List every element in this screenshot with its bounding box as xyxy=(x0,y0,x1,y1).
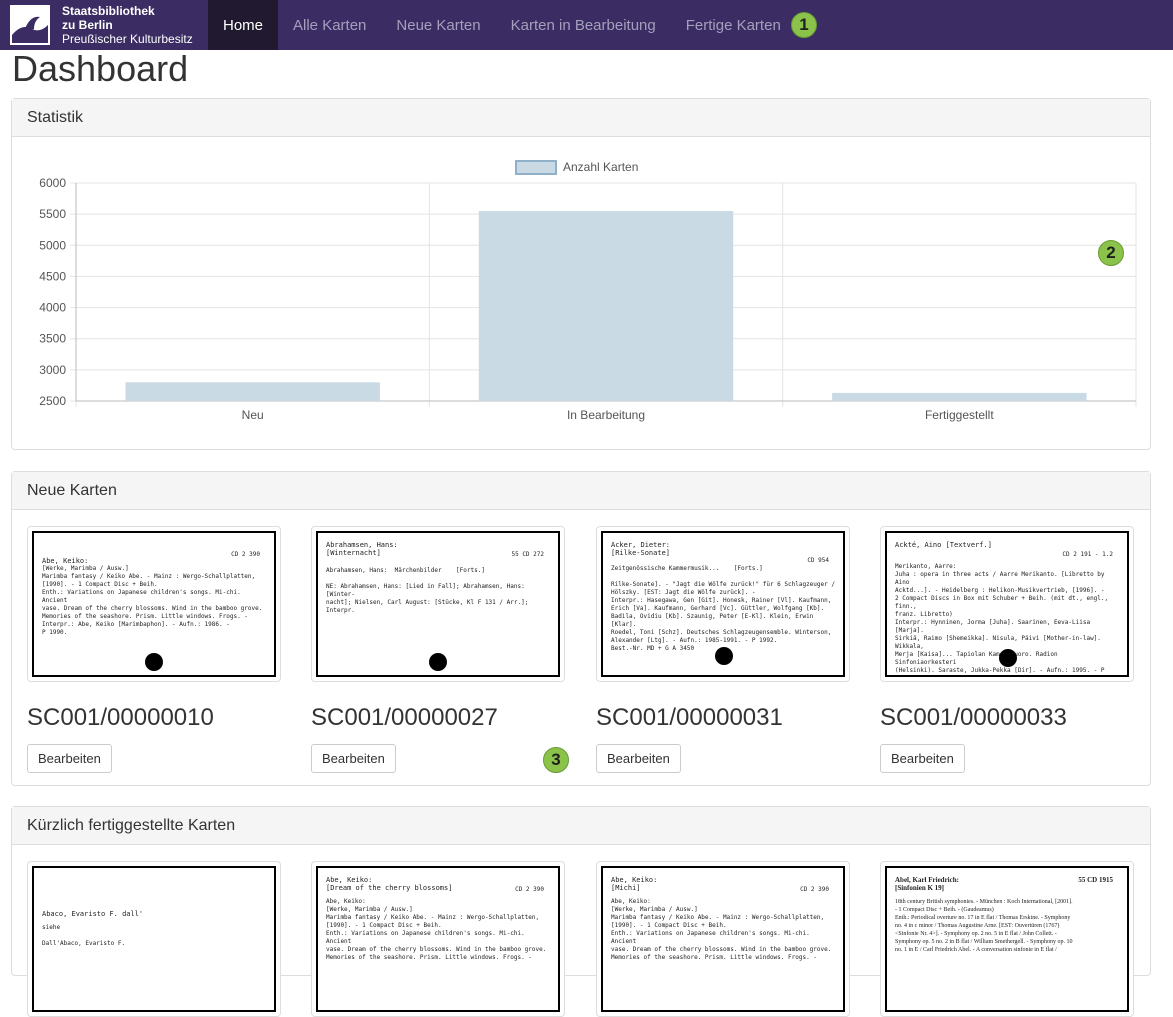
new-card-4: CD 2 191 - 1.2 Ackté, Aino [Textverf.] M… xyxy=(880,526,1134,773)
card-id: SC001/00000031 xyxy=(596,704,783,731)
bearbeiten-button[interactable]: Bearbeiten xyxy=(596,744,681,773)
card-body-text: Zeitgenössische Kammermusik... [Forts.] … xyxy=(611,565,835,652)
card-thumbnail[interactable]: CD 954 Acker, Dieter: [Rilke-Sonate] Zei… xyxy=(596,526,850,682)
y-tick-label: 5000 xyxy=(39,238,66,252)
annotation-marker-3: 3 xyxy=(543,747,569,773)
new-card-2: 55 CD 272 Abrahamsen, Hans: [Winternacht… xyxy=(311,526,565,773)
card-thumbnail[interactable]: CD 2 191 - 1.2 Ackté, Aino [Textverf.] M… xyxy=(880,526,1134,682)
punch-hole xyxy=(145,653,163,671)
card-body-text: siehe Dall'Abaco, Evaristo F. xyxy=(42,924,126,947)
statistik-heading: Statistik xyxy=(12,99,1150,137)
card-id: SC001/00000033 xyxy=(880,704,1067,731)
card-thumbnail[interactable]: 55 CD 272 Abrahamsen, Hans: [Winternacht… xyxy=(311,526,565,682)
card-body-text: Abrahamsen, Hans: Märchenbilder [Forts.]… xyxy=(326,567,529,614)
annotation-marker-1: 1 xyxy=(791,12,817,38)
y-tick-label: 5500 xyxy=(39,207,66,221)
legend-swatch xyxy=(515,160,557,175)
statistik-panel: Statistik 2500 3000 3500 4000 4500 5000 5500 60… xyxy=(11,98,1151,450)
bar-neu[interactable] xyxy=(125,382,380,401)
brand-line-2: zu Berlin xyxy=(62,18,113,32)
x-tick-label: Fertiggestellt xyxy=(925,408,994,422)
done-card-1: Abaco, Evaristo F. dall' siehe Dall'Abac… xyxy=(27,861,281,1017)
card-body-text: Abe, Keiko: [Werke, Marimba / Ausw.] Mar… xyxy=(611,898,832,961)
fertige-karten-heading: Kürzlich fertiggestellte Karten xyxy=(12,807,1150,845)
top-navbar: Staatsbibliothek zu Berlin Preußischer K… xyxy=(0,0,1173,50)
nav-alle-karten[interactable]: Alle Karten xyxy=(278,0,381,50)
card-thumbnail[interactable]: CD 2 390 Abe, Keiko: [Werke, Marimba / A… xyxy=(27,526,281,682)
done-card-3: CD 2 390 Abe, Keiko: [Michi] Abe, Keiko:… xyxy=(596,861,850,1017)
card-id: SC001/00000010 xyxy=(27,704,214,731)
card-signature: CD 2 390 xyxy=(231,551,260,558)
punch-hole xyxy=(999,649,1017,667)
card-thumbnail[interactable]: CD 2 390 Abe, Keiko: [Michi] Abe, Keiko:… xyxy=(596,861,850,1017)
card-header-text: Acker, Dieter: [Rilke-Sonate] xyxy=(611,541,671,557)
card-signature: 55 CD 272 xyxy=(511,551,544,558)
sbb-logo-icon xyxy=(10,5,50,45)
y-tick-label: 4500 xyxy=(39,269,66,283)
bar-fertiggestellt[interactable] xyxy=(832,392,1087,401)
y-tick-label: 6000 xyxy=(39,176,66,190)
brand-line-3: Preußischer Kulturbesitz xyxy=(62,32,193,46)
brand-line-1: Staatsbibliothek xyxy=(62,4,155,18)
x-tick-label: In Bearbeitung xyxy=(567,408,645,422)
nav-fertige-karten[interactable]: Fertige Karten xyxy=(671,0,796,50)
legend-label: Anzahl Karten xyxy=(563,160,638,174)
bearbeiten-button[interactable]: Bearbeiten xyxy=(27,744,112,773)
card-signature: CD 2 390 xyxy=(515,886,544,893)
card-signature: CD 2 191 - 1.2 xyxy=(1062,551,1113,558)
y-tick-label: 3500 xyxy=(39,332,66,346)
bearbeiten-button[interactable]: Bearbeiten xyxy=(880,744,965,773)
new-card-3: CD 954 Acker, Dieter: [Rilke-Sonate] Zei… xyxy=(596,526,850,773)
x-tick-label: Neu xyxy=(242,408,264,422)
bar-in-bearbeitung[interactable] xyxy=(478,211,734,401)
neue-karten-heading: Neue Karten xyxy=(12,472,1150,510)
y-tick-label: 3000 xyxy=(39,363,66,377)
card-thumbnail[interactable]: 55 CD 1915 Abel, Karl Friedrich: [Sinfon… xyxy=(880,861,1134,1017)
done-card-2: CD 2 390 Abe, Keiko: [Dream of the cherr… xyxy=(311,861,565,1017)
card-signature: CD 954 xyxy=(807,557,829,564)
bearbeiten-button[interactable]: Bearbeiten xyxy=(311,744,396,773)
card-signature: 55 CD 1915 xyxy=(1078,876,1113,884)
punch-hole xyxy=(429,653,447,671)
card-thumbnail[interactable]: CD 2 390 Abe, Keiko: [Dream of the cherr… xyxy=(311,861,565,1017)
punch-hole xyxy=(715,647,733,665)
annotation-marker-2: 2 xyxy=(1098,240,1124,266)
card-thumbnail[interactable]: Abaco, Evaristo F. dall' siehe Dall'Abac… xyxy=(27,861,281,1017)
page-title: Dashboard xyxy=(12,48,189,89)
bar-chart: 2500 3000 3500 4000 4500 5000 5500 6000 Neu In B… xyxy=(39,160,1137,422)
y-tick-label: 4000 xyxy=(39,301,66,315)
card-body-text: 18th century British symphonies. - Münch… xyxy=(895,899,1073,953)
nav-home[interactable]: Home xyxy=(208,0,279,50)
card-id: SC001/00000027 xyxy=(311,704,498,731)
card-body-text: [Werke, Marimba / Ausw.] Marimba fantasy… xyxy=(42,565,263,636)
card-signature: CD 2 390 xyxy=(800,886,829,893)
card-header-text: Ackté, Aino [Textverf.] xyxy=(895,541,992,549)
y-tick-label: 2500 xyxy=(39,394,66,408)
card-header-text: Abaco, Evaristo F. dall' xyxy=(42,910,144,918)
brand[interactable]: Staatsbibliothek zu Berlin Preußischer K… xyxy=(0,0,208,50)
nav-karten-in-bearbeitung[interactable]: Karten in Bearbeitung xyxy=(496,0,671,50)
nav-neue-karten[interactable]: Neue Karten xyxy=(381,0,495,50)
card-body-text: Abe, Keiko: [Werke, Marimba / Ausw.] Mar… xyxy=(326,898,547,961)
new-card-1: CD 2 390 Abe, Keiko: [Werke, Marimba / A… xyxy=(27,526,281,773)
done-card-4: 55 CD 1915 Abel, Karl Friedrich: [Sinfon… xyxy=(880,861,1134,1017)
